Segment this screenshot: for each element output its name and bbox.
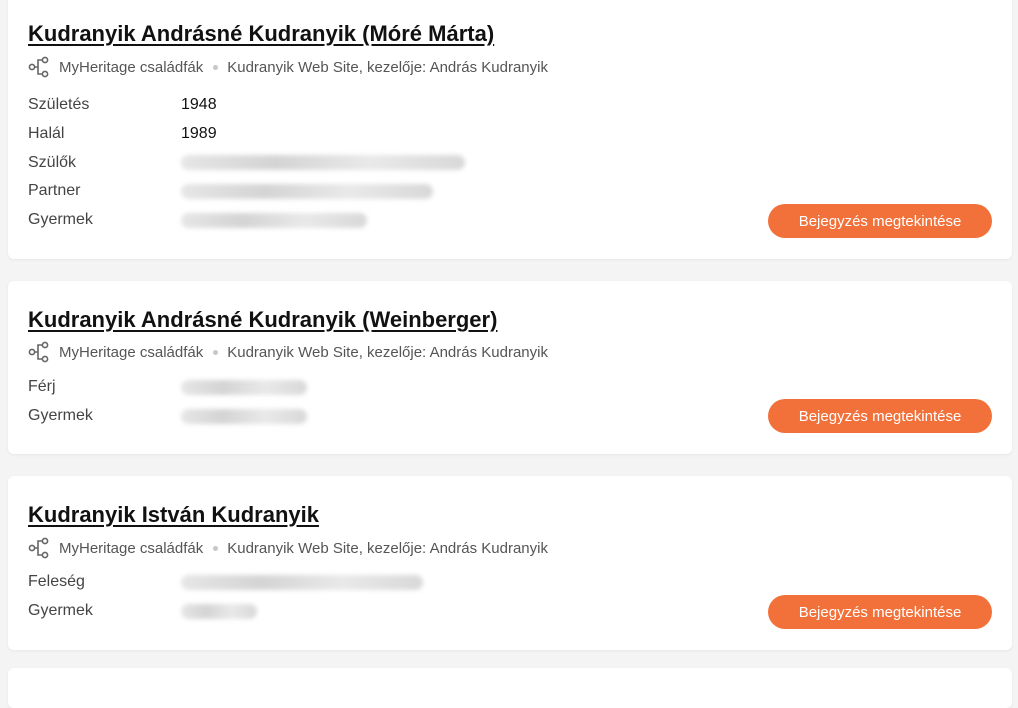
- field-row: Férj: [28, 373, 307, 402]
- field-label: Partner: [28, 182, 81, 200]
- record-source: MyHeritage családfák Kudranyik Web Site,…: [28, 56, 548, 78]
- field-label: Férj: [28, 378, 56, 396]
- source-label: MyHeritage családfák: [59, 539, 204, 557]
- record-card: Kudranyik Andrásné Kudranyik (Weinberger…: [8, 281, 1012, 454]
- view-record-button[interactable]: Bejegyzés megtekintése: [768, 399, 992, 433]
- field-label: Születés: [28, 96, 90, 114]
- family-tree-icon: [28, 537, 49, 559]
- separator-dot: [213, 545, 219, 551]
- view-record-button[interactable]: Bejegyzés megtekintése: [768, 595, 992, 629]
- field-row: Szülők: [28, 148, 465, 177]
- field-value: 1948: [181, 96, 217, 114]
- field-row: Gyermek: [28, 597, 423, 626]
- blurred-value: [181, 183, 433, 199]
- field-value: 1989: [181, 125, 217, 143]
- source-label: MyHeritage családfák: [59, 58, 204, 76]
- blurred-value: [181, 574, 423, 590]
- field-label: Feleség: [28, 573, 85, 591]
- blurred-value: [181, 379, 307, 395]
- site-label: Kudranyik Web Site, kezelője: András Kud…: [227, 539, 548, 557]
- source-label: MyHeritage családfák: [59, 343, 204, 361]
- field-label: Szülők: [28, 153, 77, 171]
- record-card: Kudranyik István Kudranyik MyHeritage cs…: [8, 476, 1012, 650]
- record-card: Kudranyik Andrásné Kudranyik (Móré Márta…: [8, 0, 1012, 259]
- record-fields: Feleség Gyermek: [28, 568, 423, 625]
- record-card: [8, 668, 1012, 708]
- record-source: MyHeritage családfák Kudranyik Web Site,…: [28, 341, 548, 363]
- field-row: Halál 1989: [28, 120, 465, 149]
- field-label: Halál: [28, 125, 65, 143]
- record-title-link[interactable]: Kudranyik István Kudranyik: [28, 502, 319, 528]
- record-fields: Születés 1948 Halál 1989 Szülők Partner …: [28, 91, 465, 234]
- field-row: Születés 1948: [28, 91, 465, 120]
- field-label: Gyermek: [28, 211, 93, 229]
- separator-dot: [213, 64, 219, 70]
- record-title-link[interactable]: Kudranyik Andrásné Kudranyik (Móré Márta…: [28, 21, 494, 47]
- field-row: Gyermek: [28, 206, 465, 235]
- blurred-value: [181, 603, 257, 619]
- separator-dot: [213, 349, 219, 355]
- field-row: Feleség: [28, 568, 423, 597]
- record-title-link[interactable]: Kudranyik Andrásné Kudranyik (Weinberger…: [28, 307, 497, 333]
- site-label: Kudranyik Web Site, kezelője: András Kud…: [227, 343, 548, 361]
- blurred-value: [181, 408, 307, 424]
- field-label: Gyermek: [28, 407, 93, 425]
- site-label: Kudranyik Web Site, kezelője: András Kud…: [227, 58, 548, 76]
- field-row: Partner: [28, 177, 465, 206]
- family-tree-icon: [28, 341, 49, 363]
- blurred-value: [181, 212, 367, 228]
- field-label: Gyermek: [28, 602, 93, 620]
- field-row: Gyermek: [28, 402, 307, 431]
- family-tree-icon: [28, 56, 49, 78]
- view-record-button[interactable]: Bejegyzés megtekintése: [768, 204, 992, 238]
- record-fields: Férj Gyermek: [28, 373, 307, 430]
- blurred-value: [181, 155, 465, 171]
- record-source: MyHeritage családfák Kudranyik Web Site,…: [28, 537, 548, 559]
